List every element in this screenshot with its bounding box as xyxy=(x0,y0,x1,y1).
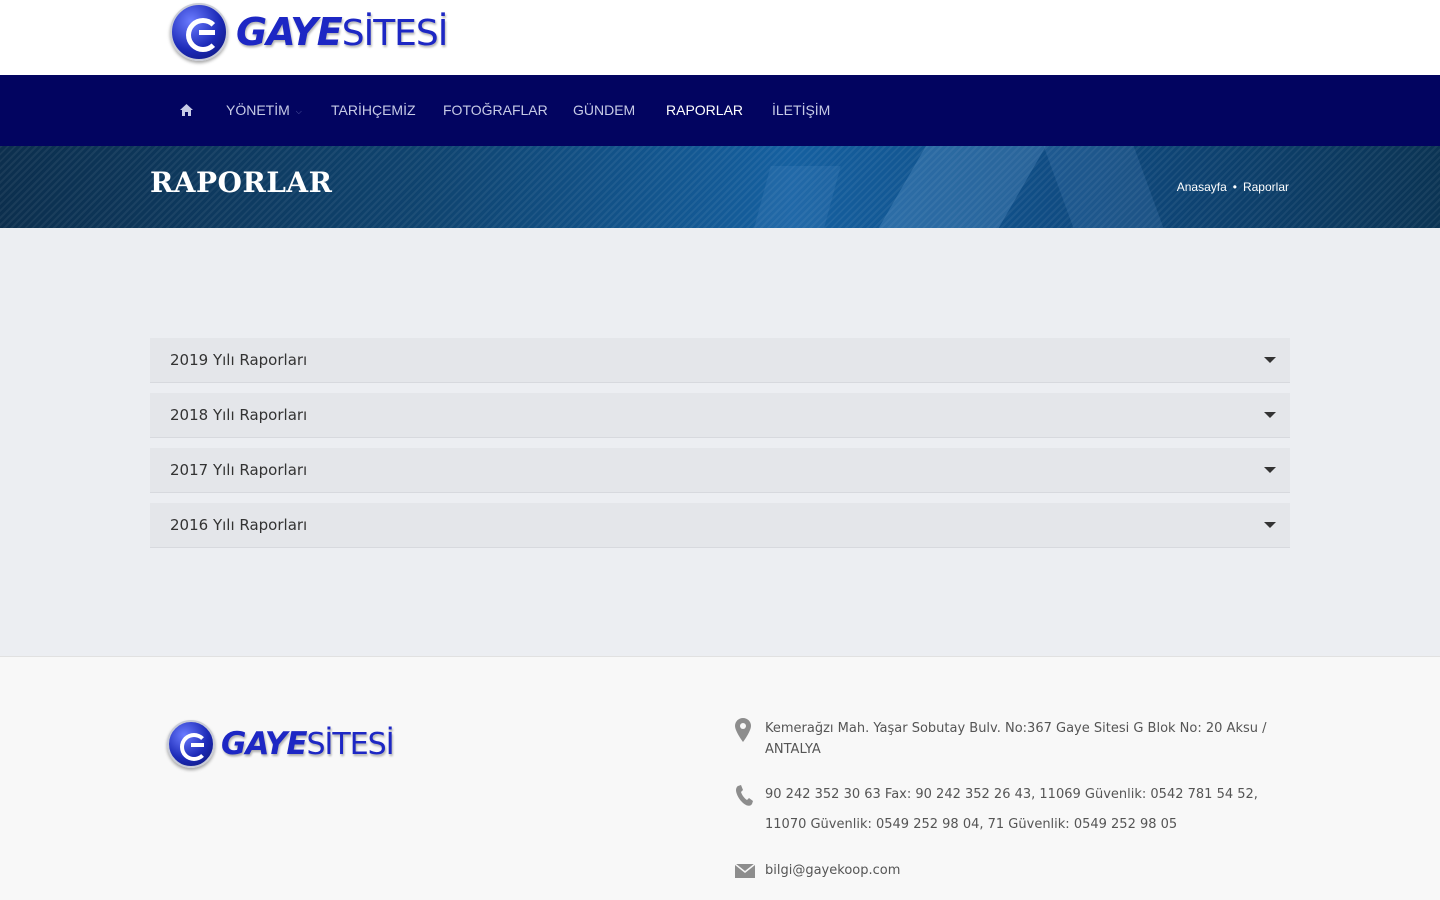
caret-down-icon xyxy=(1264,412,1276,418)
accordion-title: 2017 Yılı Raporları xyxy=(170,461,308,479)
breadcrumb-current: Raporlar xyxy=(1242,180,1289,194)
nav-item-gundem[interactable]: GÜNDEM xyxy=(573,75,635,146)
footer-email-link[interactable]: bilgi@gayekoop.com xyxy=(765,860,1285,881)
caret-down-icon xyxy=(1264,467,1276,473)
breadcrumb-separator: • xyxy=(1232,180,1237,194)
chevron-down-icon: ⌵ xyxy=(295,106,302,116)
footer-phone: 90 242 352 30 63 Fax: 90 242 352 26 43, … xyxy=(765,787,1258,832)
accordion-title: 2019 Yılı Raporları xyxy=(170,351,308,369)
nav-item-tarihcemiz[interactable]: TARİHÇEMİZ xyxy=(331,75,416,146)
accordion-item-2017[interactable]: 2017 Yılı Raporları xyxy=(150,448,1290,493)
caret-down-icon xyxy=(1264,522,1276,528)
map-pin-icon xyxy=(735,718,751,742)
site-logo[interactable]: GAYESİTESİ xyxy=(170,3,449,61)
accordion-item-2019[interactable]: 2019 Yılı Raporları xyxy=(150,338,1290,383)
logo-text-bold: GAYE xyxy=(221,726,308,762)
nav-item-fotograflar[interactable]: FOTOĞRAFLAR xyxy=(443,75,548,146)
logo-text-light: SİTESİ xyxy=(306,727,395,762)
nav-item-raporlar[interactable]: RAPORLAR xyxy=(666,75,743,146)
logo-text-bold: GAYE xyxy=(236,10,343,54)
nav-item-yonetim[interactable]: YÖNETİM ⌵ xyxy=(226,75,302,146)
nav-item-iletisim[interactable]: İLETİŞİM xyxy=(772,75,830,146)
breadcrumb: Anasayfa • Raporlar xyxy=(1177,180,1289,194)
main-nav: YÖNETİM ⌵ TARİHÇEMİZ FOTOĞRAFLAR GÜNDEM R… xyxy=(0,75,1440,146)
accordion-title: 2016 Yılı Raporları xyxy=(170,516,308,534)
page-banner: RAPORLAR Anasayfa • Raporlar xyxy=(0,146,1440,228)
breadcrumb-home-link[interactable]: Anasayfa xyxy=(1177,180,1227,194)
accordion-title: 2018 Yılı Raporları xyxy=(170,406,308,424)
footer-address: Kemerağzı Mah. Yaşar Sobutay Bulv. No:36… xyxy=(765,721,1267,757)
mail-icon xyxy=(735,864,755,878)
logo-emblem-icon xyxy=(170,3,228,61)
logo-emblem-icon xyxy=(167,720,215,768)
phone-icon xyxy=(736,785,753,806)
accordion-item-2016[interactable]: 2016 Yılı Raporları xyxy=(150,503,1290,548)
accordion-item-2018[interactable]: 2018 Yılı Raporları xyxy=(150,393,1290,438)
caret-down-icon xyxy=(1264,357,1276,363)
page-title: RAPORLAR xyxy=(150,166,333,199)
main-content: 2019 Yılı Raporları 2018 Yılı Raporları … xyxy=(0,228,1440,656)
footer-logo[interactable]: GAYESİTESİ xyxy=(167,720,395,768)
footer: GAYESİTESİ Kemerağzı Mah. Yaşar Sobutay … xyxy=(0,656,1440,900)
logo-text-light: SİTESİ xyxy=(341,13,449,54)
header: GAYESİTESİ xyxy=(0,0,1440,75)
home-icon[interactable] xyxy=(180,104,193,116)
